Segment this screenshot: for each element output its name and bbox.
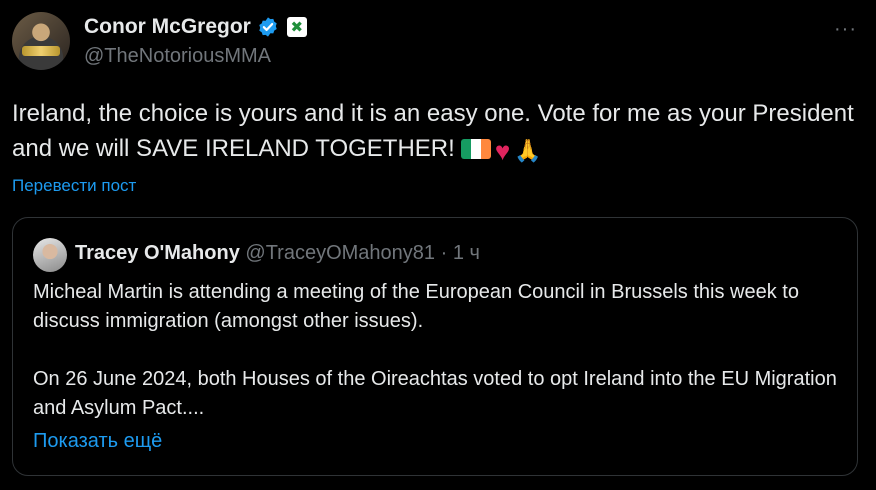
quoted-tweet-header: Tracey O'Mahony @TraceyOMahony81 · 1 ч bbox=[75, 242, 480, 265]
author-handle[interactable]: @TheNotoriousMMA bbox=[84, 45, 271, 68]
tweet-emojis: ♥ 🙏 bbox=[460, 136, 542, 166]
quoted-paragraph-2: On 26 June 2024, both Houses of the Oire… bbox=[33, 368, 837, 419]
quoted-author-avatar[interactable] bbox=[33, 238, 67, 272]
more-options-icon[interactable]: ··· bbox=[834, 18, 857, 41]
author-name-row: Conor McGregor ✖ bbox=[84, 14, 307, 40]
translate-post-link[interactable]: Перевести пост bbox=[12, 176, 136, 196]
quoted-author-name[interactable]: Tracey O'Mahony bbox=[75, 242, 240, 264]
author-avatar[interactable] bbox=[12, 12, 70, 70]
red-heart-icon: ♥ bbox=[494, 136, 511, 166]
time-separator: · bbox=[435, 242, 453, 264]
quoted-tweet-text: Micheal Martin is attending a meeting of… bbox=[33, 278, 843, 423]
quoted-author-handle[interactable]: @TraceyOMahony81 bbox=[245, 242, 435, 264]
irish-flag-icon bbox=[460, 139, 491, 159]
tweet-text: Ireland, the choice is yours and it is a… bbox=[12, 96, 862, 166]
tweet-body: Ireland, the choice is yours and it is a… bbox=[12, 100, 854, 162]
quoted-paragraph-1: Micheal Martin is attending a meeting of… bbox=[33, 281, 799, 332]
quoted-tweet[interactable]: Tracey O'Mahony @TraceyOMahony81 · 1 ч M… bbox=[12, 217, 858, 476]
verified-badge-icon[interactable] bbox=[257, 16, 279, 38]
championship-belt-image bbox=[22, 46, 60, 56]
quoted-timestamp[interactable]: 1 ч bbox=[453, 242, 480, 264]
author-name[interactable]: Conor McGregor bbox=[84, 15, 251, 39]
folded-hands-icon: 🙏 bbox=[514, 138, 542, 163]
show-more-link[interactable]: Показать ещё bbox=[33, 430, 162, 453]
affiliate-badge-icon[interactable]: ✖ bbox=[286, 17, 307, 37]
